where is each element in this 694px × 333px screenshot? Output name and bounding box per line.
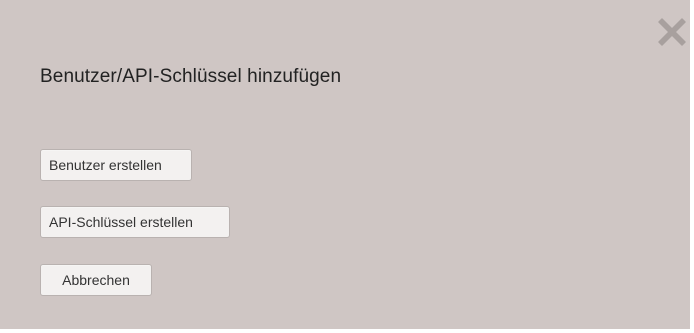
cancel-button[interactable]: Abbrechen <box>40 264 152 296</box>
create-user-button[interactable]: Benutzer erstellen <box>40 149 192 181</box>
add-user-apikey-dialog: Benutzer/API-Schlüssel hinzufügen Benutz… <box>0 0 694 333</box>
create-api-key-button[interactable]: API-Schlüssel erstellen <box>40 206 230 238</box>
dialog-title: Benutzer/API-Schlüssel hinzufügen <box>40 66 342 87</box>
close-x-icon <box>656 16 688 48</box>
close-button[interactable] <box>656 16 688 48</box>
